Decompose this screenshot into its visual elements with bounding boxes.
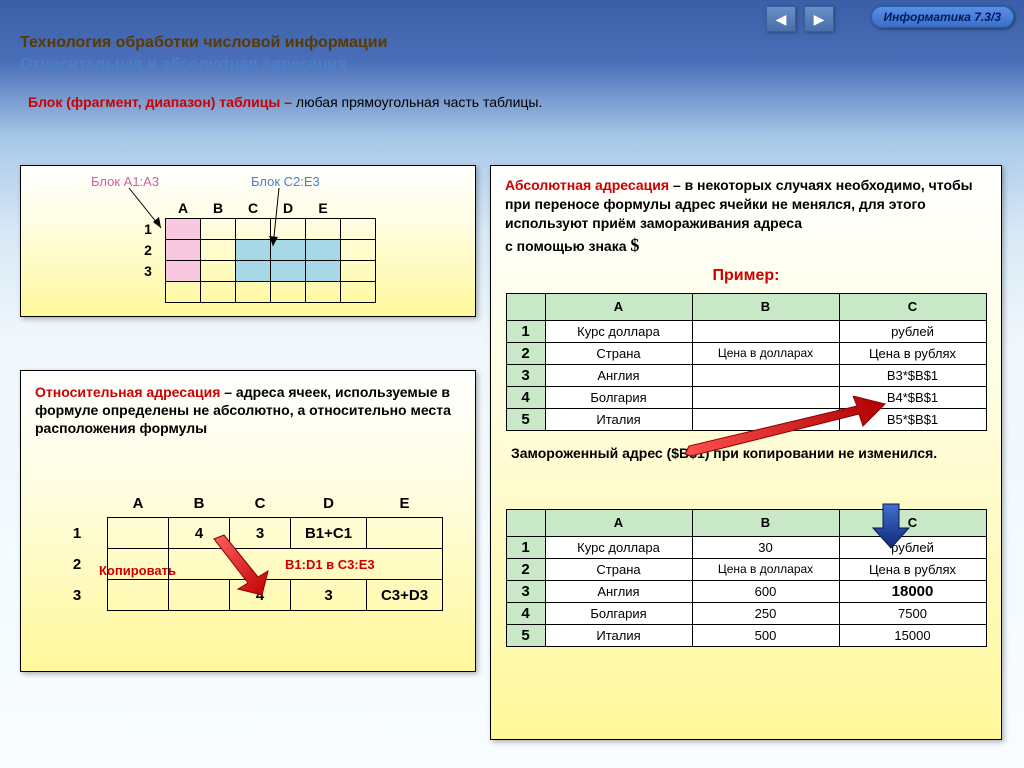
copy-label: Копировать bbox=[99, 563, 176, 578]
page-title-1: Технология обработки числовой информации bbox=[20, 34, 387, 52]
nav-buttons: ◀ ▶ bbox=[766, 6, 834, 32]
prev-button[interactable]: ◀ bbox=[766, 6, 796, 32]
page-title-2: Относительная и абсолютная адресация bbox=[20, 56, 347, 74]
block-definition: Блок (фрагмент, диапазон) таблицы – люба… bbox=[28, 94, 542, 110]
relative-grid: ABCDE 143B1+C1 2B1:D1 в C3:E3 343C3+D3 bbox=[47, 489, 443, 611]
block-mini-grid: ABCDE 1 2 3 bbox=[131, 198, 376, 303]
absolute-table-1: ABC 1Курс долларарублей 2СтранаЦена в до… bbox=[506, 293, 987, 431]
block-illustration-panel: Блок A1:A3 Блок C2:E3 ABCDE 1 2 3 bbox=[20, 165, 476, 317]
block-label-a1a3: Блок A1:A3 bbox=[91, 174, 159, 189]
next-button[interactable]: ▶ bbox=[804, 6, 834, 32]
example-label: Пример: bbox=[491, 267, 1001, 285]
absolute-table-2: ABC 1Курс доллара30рублей 2СтранаЦена в … bbox=[506, 509, 987, 647]
frozen-text: Замороженный адрес ($B$1) при копировани… bbox=[491, 437, 1001, 469]
absolute-addressing-panel: Абсолютная адресация – в некоторых случа… bbox=[490, 165, 1002, 740]
relative-text: Относительная адресация – адреса ячеек, … bbox=[21, 371, 475, 450]
course-badge: Информатика 7.3/3 bbox=[871, 6, 1014, 28]
absolute-text: Абсолютная адресация – в некоторых случа… bbox=[491, 166, 1001, 267]
relative-addressing-panel: Относительная адресация – адреса ячеек, … bbox=[20, 370, 476, 672]
block-label-c2e3: Блок C2:E3 bbox=[251, 174, 320, 189]
